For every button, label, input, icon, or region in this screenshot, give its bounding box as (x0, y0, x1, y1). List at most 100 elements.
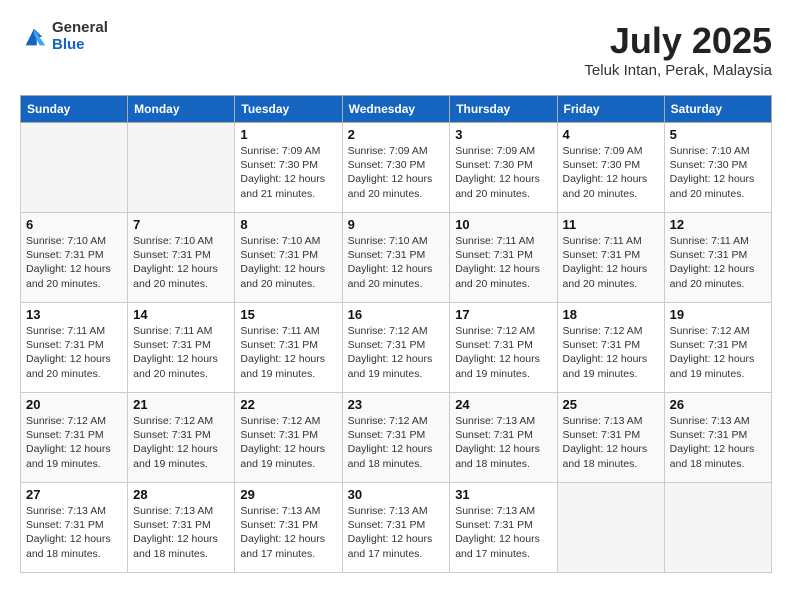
calendar-cell: 9Sunrise: 7:10 AM Sunset: 7:31 PM Daylig… (342, 213, 450, 303)
day-info: Sunrise: 7:11 AM Sunset: 7:31 PM Dayligh… (240, 324, 336, 381)
calendar-cell: 27 Sunrise: 7:13 AM Sunset: 7:31 PM Dayli… (21, 483, 128, 573)
weekday-header-wednesday: Wednesday (342, 96, 450, 123)
weekday-header-sunday: Sunday (21, 96, 128, 123)
calendar-cell: 31 Sunrise: 7:13 AM Sunset: 7:31 PM Dayli… (450, 483, 557, 573)
day-info: Sunrise: 7:13 AM Sunset: 7:31 PM Dayligh… (670, 414, 766, 471)
day-number: 11 (563, 217, 659, 232)
day-info: Sunrise: 7:12 AM Sunset: 7:31 PM Dayligh… (26, 414, 122, 471)
day-number: 30 (348, 487, 445, 502)
day-info: Sunrise: 7:11 AM Sunset: 7:31 PM Dayligh… (133, 324, 229, 381)
calendar-cell: 7 Sunrise: 7:10 AM Sunset: 7:31 PM Daylig… (128, 213, 235, 303)
calendar-week-row: 6 Sunrise: 7:10 AM Sunset: 7:31 PM Daylig… (21, 213, 772, 303)
calendar-cell: 17Sunrise: 7:12 AM Sunset: 7:31 PM Dayli… (450, 303, 557, 393)
day-number: 28 (133, 487, 229, 502)
day-number: 5 (670, 127, 766, 142)
day-number: 2 (348, 127, 445, 142)
calendar-cell: 3 Sunrise: 7:09 AM Sunset: 7:30 PM Daylig… (450, 123, 557, 213)
day-info: Sunrise: 7:12 AM Sunset: 7:31 PM Dayligh… (348, 414, 445, 471)
day-info: Sunrise: 7:09 AM Sunset: 7:30 PM Dayligh… (348, 144, 445, 201)
day-number: 31 (455, 487, 551, 502)
day-info: Sunrise: 7:13 AM Sunset: 7:31 PM Dayligh… (455, 504, 551, 561)
logo-line2: Blue (52, 37, 108, 54)
day-number: 18 (563, 307, 659, 322)
day-number: 26 (670, 397, 766, 412)
title-area: July 2025 Teluk Intan, Perak, Malaysia (584, 20, 772, 79)
calendar-cell: 18Sunrise: 7:12 AM Sunset: 7:31 PM Dayli… (557, 303, 664, 393)
day-info: Sunrise: 7:11 AM Sunset: 7:31 PM Dayligh… (455, 234, 551, 291)
calendar-cell: 8 Sunrise: 7:10 AM Sunset: 7:31 PM Daylig… (235, 213, 342, 303)
calendar-week-row: 20 Sunrise: 7:12 AM Sunset: 7:31 PM Dayli… (21, 393, 772, 483)
day-number: 25 (563, 397, 659, 412)
day-info: Sunrise: 7:10 AM Sunset: 7:31 PM Dayligh… (240, 234, 336, 291)
day-number: 27 (26, 487, 122, 502)
calendar-cell: 26 Sunrise: 7:13 AM Sunset: 7:31 PM Dayli… (664, 393, 771, 483)
day-info: Sunrise: 7:13 AM Sunset: 7:31 PM Dayligh… (26, 504, 122, 561)
day-info: Sunrise: 7:13 AM Sunset: 7:31 PM Dayligh… (563, 414, 659, 471)
day-info: Sunrise: 7:11 AM Sunset: 7:31 PM Dayligh… (26, 324, 122, 381)
calendar-table: SundayMondayTuesdayWednesdayThursdayFrid… (20, 95, 772, 573)
calendar-cell: 12Sunrise: 7:11 AM Sunset: 7:31 PM Dayli… (664, 213, 771, 303)
day-info: Sunrise: 7:12 AM Sunset: 7:31 PM Dayligh… (348, 324, 445, 381)
calendar-cell: 28 Sunrise: 7:13 AM Sunset: 7:31 PM Dayli… (128, 483, 235, 573)
calendar-cell: 23 Sunrise: 7:12 AM Sunset: 7:31 PM Dayli… (342, 393, 450, 483)
day-number: 14 (133, 307, 229, 322)
day-number: 19 (670, 307, 766, 322)
day-number: 1 (240, 127, 336, 142)
day-number: 23 (348, 397, 445, 412)
day-number: 10 (455, 217, 551, 232)
day-info: Sunrise: 7:11 AM Sunset: 7:31 PM Dayligh… (563, 234, 659, 291)
calendar-week-row: 13 Sunrise: 7:11 AM Sunset: 7:31 PM Dayli… (21, 303, 772, 393)
day-info: Sunrise: 7:10 AM Sunset: 7:31 PM Dayligh… (133, 234, 229, 291)
calendar-cell (557, 483, 664, 573)
calendar-week-row: 1 Sunrise: 7:09 AM Sunset: 7:30 PM Daylig… (21, 123, 772, 213)
day-number: 8 (240, 217, 336, 232)
calendar-cell: 15 Sunrise: 7:11 AM Sunset: 7:31 PM Dayli… (235, 303, 342, 393)
day-info: Sunrise: 7:13 AM Sunset: 7:31 PM Dayligh… (133, 504, 229, 561)
day-info: Sunrise: 7:10 AM Sunset: 7:31 PM Dayligh… (26, 234, 122, 291)
calendar-cell: 30 Sunrise: 7:13 AM Sunset: 7:31 PM Dayli… (342, 483, 450, 573)
day-number: 21 (133, 397, 229, 412)
day-number: 29 (240, 487, 336, 502)
logo-text: General Blue (52, 20, 108, 53)
calendar-cell: 11 Sunrise: 7:11 AM Sunset: 7:31 PM Dayli… (557, 213, 664, 303)
weekday-header-tuesday: Tuesday (235, 96, 342, 123)
day-info: Sunrise: 7:12 AM Sunset: 7:31 PM Dayligh… (133, 414, 229, 471)
calendar-cell: 5 Sunrise: 7:10 AM Sunset: 7:30 PM Daylig… (664, 123, 771, 213)
calendar-cell (128, 123, 235, 213)
day-number: 6 (26, 217, 122, 232)
day-number: 20 (26, 397, 122, 412)
day-info: Sunrise: 7:10 AM Sunset: 7:30 PM Dayligh… (670, 144, 766, 201)
calendar-cell: 6 Sunrise: 7:10 AM Sunset: 7:31 PM Daylig… (21, 213, 128, 303)
day-number: 9 (348, 217, 445, 232)
calendar-cell: 2 Sunrise: 7:09 AM Sunset: 7:30 PM Daylig… (342, 123, 450, 213)
calendar-cell: 19 Sunrise: 7:12 AM Sunset: 7:31 PM Dayli… (664, 303, 771, 393)
calendar-week-row: 27 Sunrise: 7:13 AM Sunset: 7:31 PM Dayli… (21, 483, 772, 573)
day-info: Sunrise: 7:12 AM Sunset: 7:31 PM Dayligh… (670, 324, 766, 381)
calendar-cell: 25 Sunrise: 7:13 AM Sunset: 7:31 PM Dayli… (557, 393, 664, 483)
logo-icon (20, 23, 48, 51)
logo: General Blue (20, 20, 108, 53)
day-number: 13 (26, 307, 122, 322)
day-info: Sunrise: 7:09 AM Sunset: 7:30 PM Dayligh… (455, 144, 551, 201)
weekday-header-saturday: Saturday (664, 96, 771, 123)
day-info: Sunrise: 7:13 AM Sunset: 7:31 PM Dayligh… (348, 504, 445, 561)
day-number: 3 (455, 127, 551, 142)
weekday-header-thursday: Thursday (450, 96, 557, 123)
calendar-cell: 13 Sunrise: 7:11 AM Sunset: 7:31 PM Dayli… (21, 303, 128, 393)
day-number: 17 (455, 307, 551, 322)
day-number: 24 (455, 397, 551, 412)
day-number: 16 (348, 307, 445, 322)
calendar-cell (664, 483, 771, 573)
day-number: 7 (133, 217, 229, 232)
day-info: Sunrise: 7:09 AM Sunset: 7:30 PM Dayligh… (240, 144, 336, 201)
calendar-cell: 16 Sunrise: 7:12 AM Sunset: 7:31 PM Dayli… (342, 303, 450, 393)
page-header: General Blue July 2025 Teluk Intan, Pera… (20, 20, 772, 79)
calendar-cell: 14 Sunrise: 7:11 AM Sunset: 7:31 PM Dayli… (128, 303, 235, 393)
day-info: Sunrise: 7:13 AM Sunset: 7:31 PM Dayligh… (240, 504, 336, 561)
calendar-cell: 29 Sunrise: 7:13 AM Sunset: 7:31 PM Dayli… (235, 483, 342, 573)
day-info: Sunrise: 7:09 AM Sunset: 7:30 PM Dayligh… (563, 144, 659, 201)
weekday-header-friday: Friday (557, 96, 664, 123)
location-title: Teluk Intan, Perak, Malaysia (584, 62, 772, 79)
calendar-cell: 10 Sunrise: 7:11 AM Sunset: 7:31 PM Dayli… (450, 213, 557, 303)
day-number: 15 (240, 307, 336, 322)
